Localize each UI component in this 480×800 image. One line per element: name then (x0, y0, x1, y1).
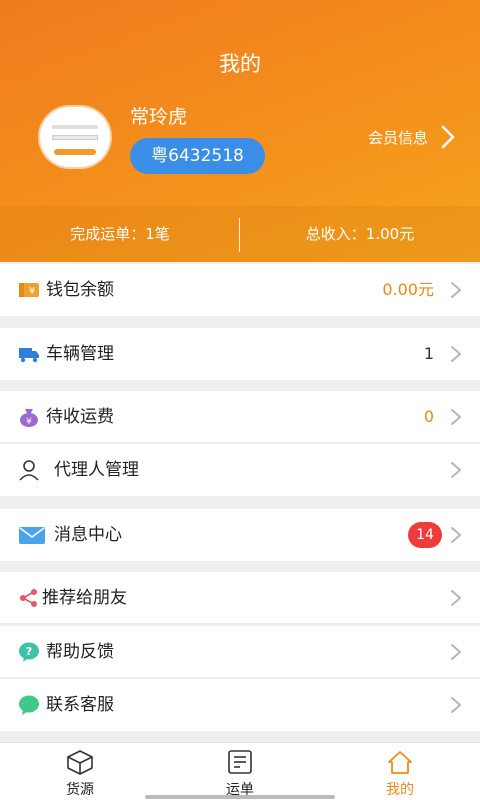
page-title: 我的 (219, 52, 261, 76)
receipt-icon (228, 750, 252, 774)
plate-number-badge: 粤6432518 (130, 138, 265, 174)
username: 常玲虎 (130, 106, 188, 128)
vehicles-label: 车辆管理 (46, 344, 114, 364)
person-icon (19, 460, 39, 481)
row-separator (0, 442, 480, 443)
wallet-balance-value: 0.00元 (382, 280, 434, 299)
vehicles-count-value: 1 (423, 344, 434, 363)
tab-cargo[interactable]: 货源 (0, 743, 160, 800)
home-indicator (145, 795, 335, 799)
chevron-right-icon (451, 462, 461, 478)
chat-bubble-icon (19, 695, 39, 715)
tab-orders[interactable]: 运单 (160, 743, 320, 800)
truck-icon (19, 348, 39, 363)
pending-fee-label: 待收运费 (46, 407, 114, 427)
menu-row-service[interactable]: 联系客服 (0, 679, 480, 731)
stats-bar: 完成运单：1笔 总收入：1.00元 (0, 206, 480, 262)
avatar-button-graphic (54, 149, 96, 155)
chevron-right-icon (451, 527, 461, 543)
share-label: 推荐给朋友 (42, 588, 127, 608)
menu-row-pending-fee[interactable]: ¥ 待收运费 0 (0, 391, 480, 443)
help-label: 帮助反馈 (46, 642, 114, 662)
tab-mine[interactable]: 我的 (320, 743, 480, 800)
svg-text:¥: ¥ (29, 286, 35, 297)
total-income-stat: 总收入：1.00元 (305, 225, 415, 243)
chevron-right-icon (451, 697, 461, 713)
chevron-right-icon (451, 346, 461, 362)
menu-row-share[interactable]: 推荐给朋友 (0, 572, 480, 624)
menu-row-messages[interactable]: 消息中心 14 (0, 509, 480, 561)
svg-text:?: ? (26, 645, 32, 658)
chevron-right-icon (451, 282, 461, 298)
unread-count-badge: 14 (408, 522, 442, 548)
row-separator (0, 677, 480, 678)
bottom-tab-bar: 货源 运单 我的 (0, 742, 480, 800)
question-bubble-icon: ? (19, 642, 39, 662)
avatar-line (52, 125, 98, 129)
wallet-label: 钱包余额 (46, 280, 114, 300)
messages-label: 消息中心 (54, 525, 122, 545)
menu-row-vehicles[interactable]: 车辆管理 1 (0, 328, 480, 380)
share-icon (20, 589, 37, 607)
member-info-link[interactable]: 会员信息 (368, 127, 428, 148)
chevron-right-icon (451, 644, 461, 660)
mail-icon (19, 527, 45, 544)
box-icon (67, 750, 93, 775)
row-separator (0, 623, 480, 624)
wallet-ticket-icon: ¥ (19, 283, 39, 297)
agent-label: 代理人管理 (54, 460, 139, 480)
svg-text:¥: ¥ (26, 417, 32, 427)
pending-fee-value: 0 (423, 407, 434, 426)
avatar[interactable] (40, 107, 110, 167)
tab-cargo-label: 货源 (66, 782, 94, 798)
money-bag-icon: ¥ (20, 409, 38, 427)
menu-row-help[interactable]: ? 帮助反馈 (0, 626, 480, 678)
home-icon (388, 751, 412, 774)
menu-row-wallet[interactable]: ¥ 钱包余额 0.00元 (0, 264, 480, 316)
chevron-right-icon (451, 590, 461, 606)
chevron-right-icon (451, 409, 461, 425)
menu-row-agent[interactable]: 代理人管理 (0, 444, 480, 496)
completed-orders-stat: 完成运单：1笔 (70, 225, 170, 243)
chevron-right-icon[interactable] (438, 124, 458, 150)
profile-header: 我的 常玲虎 粤6432518 会员信息 完成运单：1笔 总收入：1.00元 (0, 0, 480, 262)
avatar-field (52, 135, 98, 140)
tab-mine-label: 我的 (386, 782, 414, 798)
service-label: 联系客服 (46, 695, 114, 715)
